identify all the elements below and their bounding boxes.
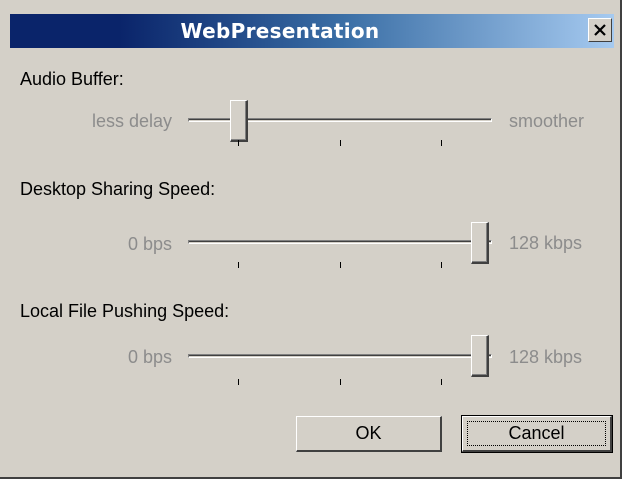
close-icon [594,24,606,36]
cancel-button[interactable]: Cancel [461,415,613,453]
file-pushing-min-label: 0 bps [127,347,172,367]
desktop-sharing-tick [238,262,239,268]
desktop-sharing-slider[interactable] [471,222,489,264]
audio-buffer-label: Audio Buffer: [20,69,124,89]
dialog-window: WebPresentation Audio Buffer: less delay… [0,0,622,479]
desktop-sharing-tick [340,262,341,268]
file-pushing-tick [441,379,442,385]
title-bar[interactable]: WebPresentation [10,14,614,48]
file-pushing-max-label: 128 kbps [509,347,583,367]
close-button[interactable] [588,18,612,42]
file-pushing-track [188,354,492,358]
file-pushing-label: Local File Pushing Speed: [20,301,230,321]
window-title: WebPresentation [180,19,380,43]
audio-buffer-min-label: less delay [91,111,172,131]
ok-button[interactable]: OK [296,416,442,452]
audio-buffer-tick [441,140,442,146]
audio-buffer-max-label: smoother [509,111,585,131]
desktop-sharing-track [188,240,492,244]
audio-buffer-tick [340,140,341,146]
file-pushing-tick [238,379,239,385]
desktop-sharing-tick [441,262,442,268]
desktop-sharing-max-label: 128 kbps [509,233,583,253]
desktop-sharing-label: Desktop Sharing Speed: [20,179,216,199]
audio-buffer-slider[interactable] [230,100,248,142]
audio-buffer-tick [238,140,239,146]
desktop-sharing-min-label: 0 bps [127,234,172,254]
file-pushing-tick [340,379,341,385]
file-pushing-slider[interactable] [471,335,489,377]
